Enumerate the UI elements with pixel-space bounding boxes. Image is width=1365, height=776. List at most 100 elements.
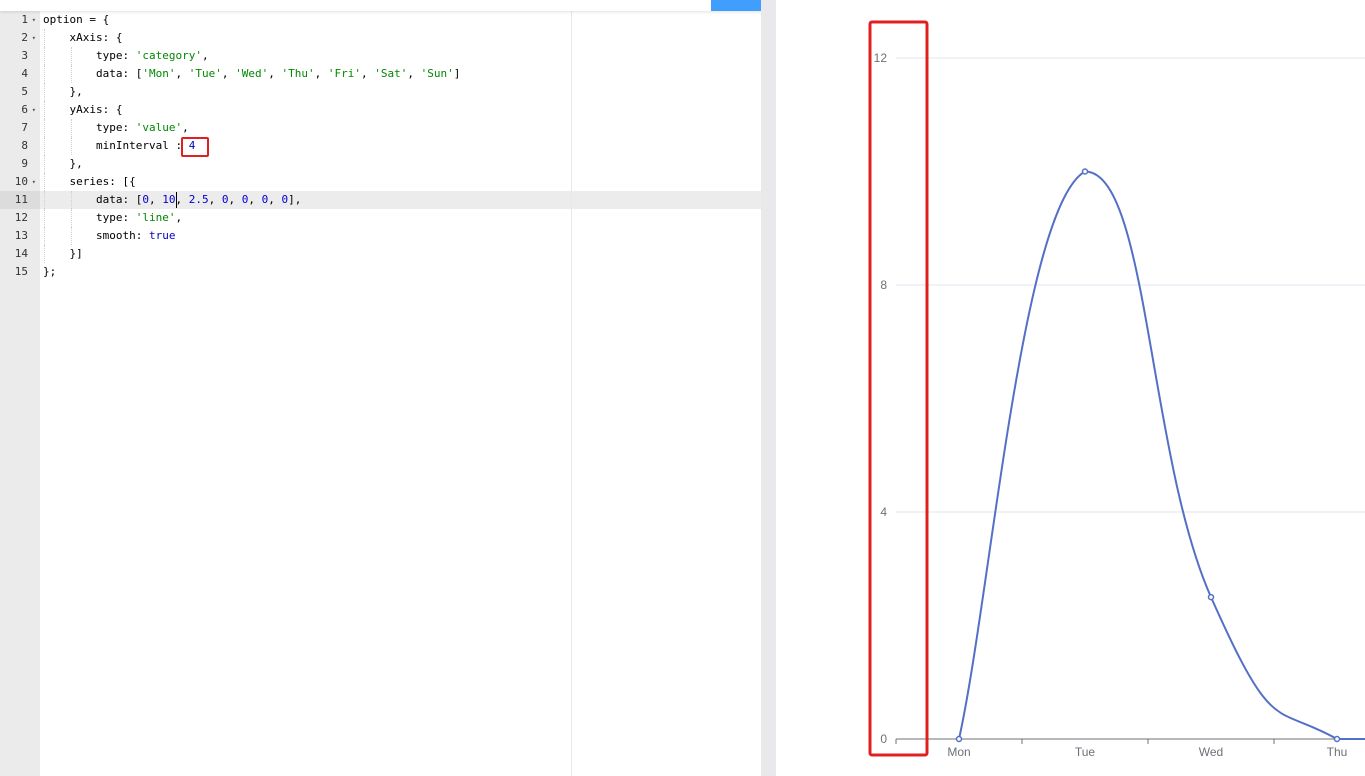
indent-guide (44, 209, 45, 227)
code-token: 'Sat' (374, 67, 408, 80)
code-line[interactable]: yAxis: { (70, 101, 123, 119)
y-tick-label: 0 (880, 732, 887, 746)
code-line[interactable]: type: 'value', (96, 119, 189, 137)
line-number: 11 (14, 193, 28, 206)
data-point (1081, 168, 1089, 175)
fold-toggle-icon[interactable]: ▾ (32, 29, 36, 47)
line-chart: 0 4 8 12 Mon Tue Wed Thu (868, 20, 1365, 759)
code-line[interactable]: xAxis: { (70, 29, 123, 47)
indent-guide (70, 119, 72, 137)
editor-toolbar (0, 0, 761, 11)
indent-guide (44, 119, 45, 137)
indent-guide (44, 101, 45, 119)
code-token: , (175, 211, 183, 224)
line-number: 15 (14, 265, 28, 278)
code-line[interactable]: smooth: true (96, 227, 175, 245)
indent-guide (70, 191, 72, 209)
code-line[interactable]: option = { (43, 11, 109, 29)
indent-guide (44, 155, 45, 173)
indent-guide (44, 83, 45, 101)
indent-guide (44, 47, 45, 65)
code-line[interactable]: data: ['Mon', 'Tue', 'Wed', 'Thu', 'Fri'… (96, 65, 460, 83)
fold-toggle-icon[interactable]: ▾ (32, 11, 36, 29)
data-point (1207, 593, 1215, 601)
code-token: }, (69, 157, 83, 170)
code-token: type: (96, 121, 136, 134)
code-token: type: (96, 49, 136, 62)
code-token: xAxis: { (69, 31, 123, 44)
code-line[interactable]: }, (70, 155, 83, 173)
code-line[interactable]: }, (70, 83, 83, 101)
indent-guide (44, 65, 45, 83)
code-line[interactable]: data: [0, 10, 2.5, 0, 0, 0, 0], (96, 191, 301, 209)
code-token: , (228, 193, 242, 206)
line-number: 7 (21, 121, 28, 134)
indent-guide (70, 47, 72, 65)
annotation-box-y-axis (868, 20, 929, 757)
pane-splitter[interactable] (761, 0, 776, 776)
gutter-line: 8 (0, 137, 40, 155)
code-token: }] (69, 247, 83, 260)
data-point (955, 735, 963, 743)
code-token: 'Sun' (420, 67, 454, 80)
code-token: , (201, 49, 209, 62)
code-token: , (268, 193, 282, 206)
indent-guide (44, 227, 45, 245)
indent-guide (70, 209, 72, 227)
code-token: series: [{ (69, 175, 136, 188)
run-button[interactable] (711, 0, 761, 11)
line-number: 14 (14, 247, 28, 260)
code-token: smooth: (96, 229, 149, 242)
code-token: , (208, 193, 222, 206)
gutter-line: 5 (0, 83, 40, 101)
indent-guide (44, 245, 45, 263)
gutter-line: 6 ▾ (0, 101, 40, 119)
code-line[interactable]: type: 'line', (96, 209, 182, 227)
indent-guide (44, 173, 45, 191)
line-number: 8 (21, 139, 28, 152)
code-token: , (314, 67, 328, 80)
print-margin (571, 11, 572, 776)
y-tick-label: 8 (880, 278, 887, 292)
code-line[interactable]: }] (70, 245, 83, 263)
line-number: 9 (21, 157, 28, 170)
code-token: }; (43, 265, 57, 278)
code-editor[interactable]: 1 ▾ 2 ▾ 3 4 5 6 ▾ 7 8 9 10 ▾ 11 12 13 14 15 option = {xAxi… (0, 0, 761, 776)
gutter-line: 1 ▾ (0, 11, 40, 29)
code-line[interactable]: type: 'category', (96, 47, 209, 65)
code-token: 'category' (135, 49, 202, 62)
gutter-line: 13 (0, 227, 40, 245)
x-tick-label: Thu (1327, 745, 1348, 759)
gutter-line: 11 (0, 191, 40, 209)
series-line (958, 170, 1365, 741)
gutter-line: 9 (0, 155, 40, 173)
line-number: 6 (21, 103, 28, 116)
code-token: 'Wed' (235, 67, 269, 80)
line-number-gutter: 1 ▾ 2 ▾ 3 4 5 6 ▾ 7 8 9 10 ▾ 11 12 13 14 15 (0, 0, 40, 776)
code-token: , (221, 67, 236, 80)
code-token: 2.5 (188, 193, 209, 206)
code-token: option = { (43, 13, 110, 26)
y-tick-label: 12 (874, 51, 888, 65)
code-line[interactable]: series: [{ (70, 173, 136, 191)
indent-guide (70, 137, 72, 155)
indent-guide (70, 65, 72, 83)
fold-toggle-icon[interactable]: ▾ (32, 173, 36, 191)
line-number: 3 (21, 49, 28, 62)
line-number: 2 (21, 31, 28, 44)
gutter-line: 15 (0, 263, 40, 281)
line-number: 13 (14, 229, 28, 242)
code-line[interactable]: }; (43, 263, 56, 281)
code-token: }, (69, 85, 83, 98)
code-token: , (175, 193, 189, 206)
line-number: 12 (14, 211, 28, 224)
code-token: , (268, 67, 282, 80)
chart-panel: 0 4 8 12 Mon Tue Wed Thu (776, 0, 1365, 776)
indent-guide (70, 227, 72, 245)
code-token: , (360, 67, 375, 80)
x-tick-label: Mon (947, 745, 970, 759)
x-tick-label: Wed (1199, 745, 1223, 759)
code-token: 'Thu' (281, 67, 315, 80)
fold-toggle-icon[interactable]: ▾ (32, 101, 36, 119)
code-token: 'line' (135, 211, 176, 224)
